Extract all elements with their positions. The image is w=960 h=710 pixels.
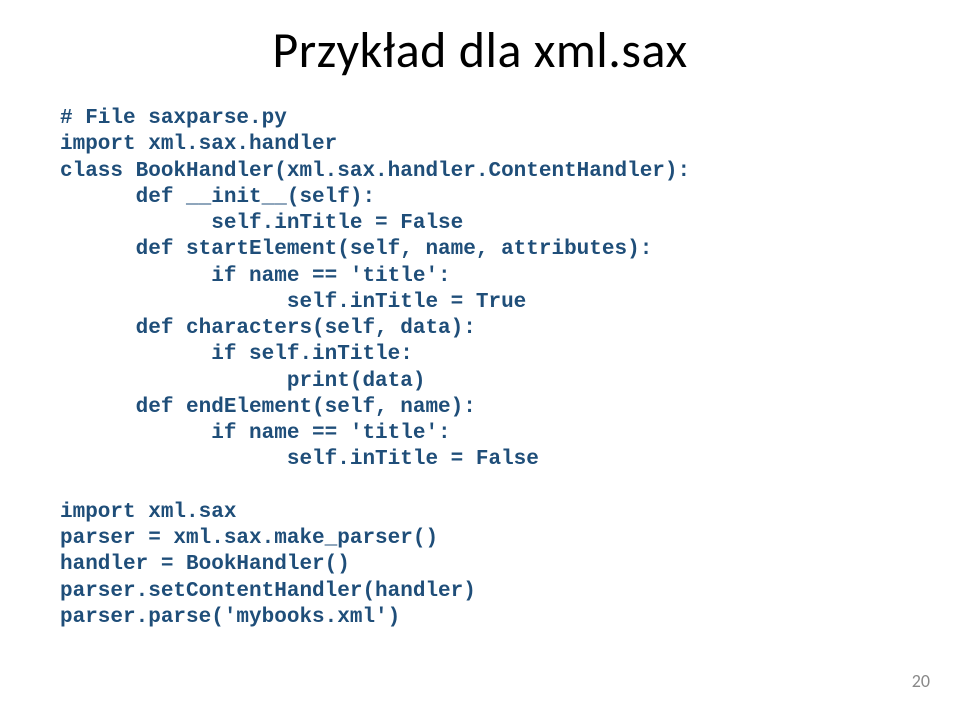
page-title: Przykład dla xml.sax bbox=[60, 20, 900, 81]
code-line: parser.parse('mybooks.xml') bbox=[60, 606, 400, 629]
code-line: handler = BookHandler() bbox=[60, 553, 350, 576]
code-line: class BookHandler(xml.sax.handler.Conten… bbox=[60, 160, 690, 183]
code-line: parser = xml.sax.make_parser() bbox=[60, 527, 438, 550]
code-line: parser.setContentHandler(handler) bbox=[60, 580, 476, 603]
code-line: def endElement(self, name): bbox=[60, 396, 476, 419]
code-line: import xml.sax.handler bbox=[60, 133, 337, 156]
code-line: if name == 'title': bbox=[60, 422, 451, 445]
code-line: if self.inTitle: bbox=[60, 343, 413, 366]
code-line: self.inTitle = True bbox=[60, 291, 526, 314]
code-line: self.inTitle = False bbox=[60, 448, 539, 471]
code-line: import xml.sax bbox=[60, 501, 236, 524]
code-line: if name == 'title': bbox=[60, 265, 451, 288]
code-line: def __init__(self): bbox=[60, 186, 375, 209]
page-number: 20 bbox=[912, 670, 930, 692]
code-line: def startElement(self, name, attributes)… bbox=[60, 238, 652, 261]
code-line: print(data) bbox=[60, 370, 425, 393]
code-line: self.inTitle = False bbox=[60, 212, 463, 235]
code-line: def characters(self, data): bbox=[60, 317, 476, 340]
code-line: # File saxparse.py bbox=[60, 107, 287, 130]
code-block: # File saxparse.py import xml.sax.handle… bbox=[60, 106, 900, 631]
